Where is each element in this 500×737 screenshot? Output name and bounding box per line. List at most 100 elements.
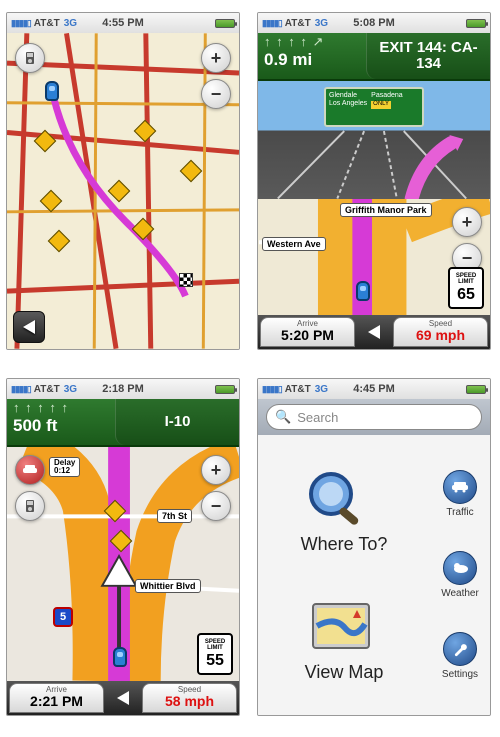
turn-banner-left: ↑ ↑ ↑ ↑ ↑ 500 ft [7,399,115,445]
clock: 4:55 PM [102,17,144,29]
speed-limit-sign: SPEED LIMIT 65 [448,267,484,309]
lane-3d-view: GlendaleLos Angeles PasadenaONLY [258,81,490,199]
zoom-in-button[interactable]: + [452,207,482,237]
turn-distance: 500 ft [13,416,109,436]
signal-icon: ▮▮▮▮▯ [11,18,31,29]
clock: 5:08 PM [353,17,395,29]
side-menu: Traffic Weather Settings [430,435,490,715]
where-to-button[interactable]: Where To? [301,468,388,555]
road-name: I-10 [115,399,239,445]
turn-distance: 0.9 mi [264,50,360,70]
traffic-alert-button[interactable] [15,455,45,485]
speed-limit-text: LIMIT [207,645,223,651]
arrive-value: 5:20 PM [281,328,334,343]
speed-panel[interactable]: Speed 69 mph [393,317,488,347]
zoom-in-button[interactable]: + [201,455,231,485]
signal-icon: ▮▮▮▮▯ [262,18,282,29]
turn-banner-left: ↑ ↑ ↑ ↑ ↗ 0.9 mi [258,33,366,79]
signal-icon: ▮▮▮▮▯ [262,384,282,395]
speed-limit-text: LIMIT [458,279,474,285]
carrier-label: AT&T [285,384,311,395]
bottom-bar: Arrive 5:20 PM Speed 69 mph [258,315,490,349]
street-label: 7th St [157,509,192,523]
view-map-label: View Map [305,662,384,683]
settings-label: Settings [442,669,478,680]
clock: 4:45 PM [353,383,395,395]
destination-flag-icon [179,273,193,287]
speed-value: 69 mph [416,328,465,343]
ipod-button[interactable] [15,43,45,73]
arrive-panel[interactable]: Arrive 2:21 PM [9,683,104,713]
turn-banner[interactable]: ↑ ↑ ↑ ↑ ↗ 0.9 mi EXIT 144: CA-134 [258,33,490,81]
screen-home-menu: ▮▮▮▮▯ AT&T 3G 4:45 PM 🔍 Search Where To? [257,378,491,716]
weather-button[interactable]: Weather [441,551,479,599]
back-arrow-icon [117,691,129,705]
vehicle-icon [356,281,370,301]
carrier-label: AT&T [34,18,60,29]
battery-icon [215,385,235,394]
traffic-label: Traffic [446,507,473,518]
zoom-out-button[interactable]: − [201,491,231,521]
signal-icon: ▮▮▮▮▯ [11,384,31,395]
back-arrow-icon [368,325,380,339]
weather-icon [443,551,477,585]
lane-lines [258,81,490,199]
back-arrow-icon [23,320,35,334]
battery-icon [466,385,486,394]
battery-icon [215,19,235,28]
search-icon: 🔍 [275,409,291,425]
park-label: Griffith Manor Park [340,203,432,217]
map-canvas[interactable] [7,33,239,349]
zoom-out-button[interactable]: − [201,79,231,109]
view-map-button[interactable]: View Map [305,596,384,683]
back-button[interactable] [13,311,45,343]
back-button[interactable] [106,681,140,715]
status-bar: ▮▮▮▮▯ AT&T 3G 4:55 PM [7,13,239,33]
ipod-icon [23,51,37,65]
street-label: Western Ave [262,237,326,251]
zoom-in-button[interactable]: + [201,43,231,73]
back-button[interactable] [357,315,391,349]
delay-chip: Delay 0:12 [49,457,80,477]
battery-icon [466,19,486,28]
clock: 2:18 PM [102,383,144,395]
vehicle-icon [45,81,59,101]
search-input[interactable]: 🔍 Search [266,404,482,430]
where-to-label: Where To? [301,534,388,555]
traffic-car-icon [22,464,38,476]
turn-banner[interactable]: ↑ ↑ ↑ ↑ ↑ 500 ft I-10 [7,399,239,447]
main-menu: Where To? View Map [258,435,430,715]
traffic-button[interactable]: Traffic [443,470,477,518]
map-icon [305,596,377,656]
status-bar: ▮▮▮▮▯ AT&T 3G 5:08 PM [258,13,490,33]
interstate-shield: 5 [53,607,73,627]
screen-lane-guidance: ▮▮▮▮▯ AT&T 3G 5:08 PM ↑ ↑ ↑ ↑ ↗ 0.9 mi E… [257,12,491,350]
ipod-icon [23,499,37,513]
arrive-panel[interactable]: Arrive 5:20 PM [260,317,355,347]
ipod-button[interactable] [15,491,45,521]
speed-value: 58 mph [165,694,214,709]
bottom-bar: Arrive 2:21 PM Speed 58 mph [7,681,239,715]
delay-value: 0:12 [54,467,75,475]
network-label: 3G [64,384,77,395]
network-label: 3G [315,384,328,395]
lane-arrows: ↑ ↑ ↑ ↑ ↗ [264,35,360,48]
weather-label: Weather [441,588,479,599]
magnifier-icon [301,468,373,528]
screen-navigation: ▮▮▮▮▯ AT&T 3G 2:18 PM ↑ ↑ ↑ ↑ ↑ 500 ft I… [6,378,240,716]
speed-limit-sign: SPEED LIMIT 55 [197,633,233,675]
status-bar: ▮▮▮▮▯ AT&T 3G 4:45 PM [258,379,490,399]
carrier-label: AT&T [34,384,60,395]
wrench-icon [443,632,477,666]
network-label: 3G [64,18,77,29]
speed-panel[interactable]: Speed 58 mph [142,683,237,713]
street-label: Whittier Blvd [135,579,201,593]
lane-arrows: ↑ ↑ ↑ ↑ ↑ [13,401,109,414]
search-placeholder: Search [297,410,338,425]
settings-button[interactable]: Settings [442,632,478,680]
speed-limit-value: 55 [206,653,224,669]
carrier-label: AT&T [285,18,311,29]
search-bar-wrap: 🔍 Search [258,399,490,435]
screen-map-overview: ▮▮▮▮▯ AT&T 3G 4:55 PM + − [6,12,240,350]
traffic-icon [443,470,477,504]
